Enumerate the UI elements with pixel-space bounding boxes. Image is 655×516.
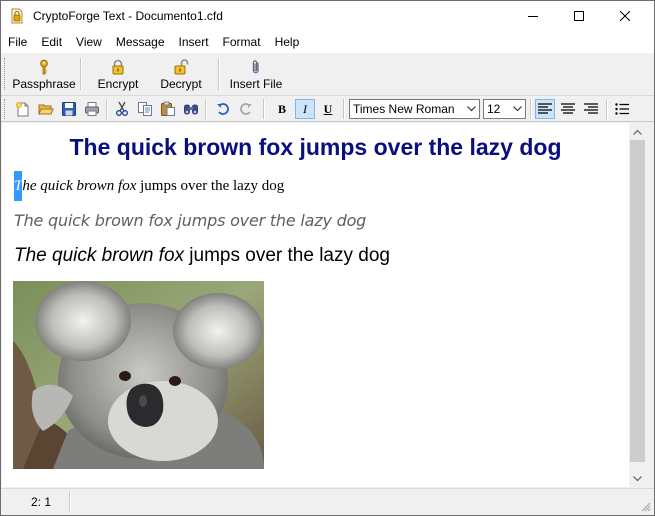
close-button[interactable] <box>602 1 648 31</box>
new-document-icon <box>16 102 29 117</box>
chevron-down-icon <box>467 106 476 112</box>
align-right-icon <box>584 103 598 114</box>
menu-edit[interactable]: Edit <box>34 31 69 53</box>
menu-insert[interactable]: Insert <box>172 31 216 53</box>
italic-button[interactable]: I <box>295 99 315 119</box>
app-icon <box>10 8 24 24</box>
new-document-button[interactable] <box>13 99 33 119</box>
line-3-italic-text: The quick brown fox <box>14 245 185 266</box>
document-line-3: The quick brown fox jumps over the lazy … <box>14 245 390 267</box>
resize-grip-icon[interactable] <box>641 502 651 512</box>
line-1-normal-text: jumps over the lazy dog <box>136 178 285 194</box>
menu-help[interactable]: Help <box>268 31 307 53</box>
toolbar-separator <box>80 58 82 90</box>
toolbar-separator <box>530 99 532 119</box>
document-heading: The quick brown fox jumps over the lazy … <box>69 134 562 160</box>
scissors-icon <box>116 101 128 116</box>
undo-icon <box>217 103 229 115</box>
document-editor[interactable]: The quick brown fox jumps over the lazy … <box>2 123 629 487</box>
koala-image <box>13 281 264 469</box>
align-left-button[interactable] <box>535 99 555 119</box>
copy-icon <box>138 102 152 116</box>
main-toolbar: Passphrase Encrypt Decrypt Insert File <box>1 53 654 96</box>
decrypt-label: Decrypt <box>160 77 202 91</box>
status-bar: 2: 1 <box>1 488 654 515</box>
save-icon <box>62 102 76 116</box>
vertical-scrollbar[interactable] <box>629 123 646 487</box>
insert-file-label: Insert File <box>229 77 283 91</box>
encrypt-label: Encrypt <box>97 77 139 91</box>
align-center-icon <box>561 103 575 114</box>
cut-button[interactable] <box>112 99 132 119</box>
toolbar-separator <box>205 99 207 119</box>
line-1-italic-text: he quick brown fox <box>22 178 137 194</box>
font-name-value: Times New Roman <box>353 102 455 116</box>
redo-button[interactable] <box>236 99 256 119</box>
key-icon <box>36 59 52 75</box>
lock-closed-icon <box>110 59 126 75</box>
menu-message[interactable]: Message <box>109 31 172 53</box>
decrypt-button[interactable]: Decrypt <box>151 57 211 93</box>
undo-button[interactable] <box>213 99 233 119</box>
passphrase-button[interactable]: Passphrase <box>11 57 77 93</box>
folder-open-icon <box>38 104 54 115</box>
font-name-select[interactable]: Times New Roman <box>349 99 480 119</box>
title-bar: CryptoForge Text - Documento1.cfd <box>1 1 654 31</box>
lock-open-icon <box>173 59 189 75</box>
paste-icon <box>161 101 175 116</box>
document-line-1: The quick brown fox jumps over the lazy … <box>14 171 285 201</box>
app-window: CryptoForge Text - Documento1.cfd File E… <box>0 0 655 516</box>
toolbar-separator <box>106 99 108 119</box>
find-button[interactable] <box>181 99 201 119</box>
print-button[interactable] <box>82 99 102 119</box>
window-title: CryptoForge Text - Documento1.cfd <box>33 9 223 23</box>
menu-view[interactable]: View <box>69 31 109 53</box>
font-size-select[interactable]: 12 <box>483 99 526 119</box>
menu-bar: File Edit View Message Insert Format Hel… <box>1 31 654 53</box>
toolbar-separator <box>218 58 220 90</box>
maximize-button[interactable] <box>556 1 602 31</box>
bold-button[interactable]: B <box>272 99 292 119</box>
align-center-button[interactable] <box>558 99 578 119</box>
scroll-down-button[interactable] <box>629 470 646 487</box>
menu-format[interactable]: Format <box>216 31 268 53</box>
paste-button[interactable] <box>158 99 178 119</box>
chevron-down-icon <box>633 475 642 481</box>
encrypt-button[interactable]: Encrypt <box>88 57 148 93</box>
cursor-position: 2: 1 <box>31 495 52 509</box>
close-icon <box>620 11 630 21</box>
minimize-button[interactable] <box>510 1 556 31</box>
copy-button[interactable] <box>135 99 155 119</box>
chevron-up-icon <box>633 129 642 135</box>
toolbar-separator <box>263 99 265 119</box>
save-button[interactable] <box>59 99 79 119</box>
line-3-normal-text: jumps over the lazy dog <box>184 245 390 266</box>
align-left-icon <box>538 103 552 114</box>
minimize-icon <box>528 16 538 17</box>
align-right-button[interactable] <box>581 99 601 119</box>
status-divider <box>69 492 71 512</box>
toolbar-separator <box>606 99 608 119</box>
font-size-value: 12 <box>487 102 501 116</box>
printer-icon <box>85 102 99 116</box>
menu-file[interactable]: File <box>1 31 34 53</box>
toolbar-separator <box>343 99 345 119</box>
toolbar-gripper[interactable] <box>4 99 7 119</box>
insert-file-button[interactable]: Insert File <box>225 57 287 93</box>
underline-button[interactable]: U <box>318 99 338 119</box>
scroll-thumb[interactable] <box>630 140 645 462</box>
binoculars-icon <box>184 104 198 115</box>
redo-icon <box>240 103 252 115</box>
toolbar-gripper[interactable] <box>4 58 7 90</box>
bullet-list-button[interactable] <box>612 99 632 119</box>
paperclip-icon <box>248 59 264 75</box>
passphrase-label: Passphrase <box>12 77 76 91</box>
maximize-icon <box>574 11 584 21</box>
chevron-down-icon <box>513 106 522 112</box>
bullet-list-icon <box>615 103 629 115</box>
document-line-2: The quick brown fox jumps over the lazy … <box>14 211 367 230</box>
scroll-up-button[interactable] <box>629 123 646 140</box>
open-button[interactable] <box>36 99 56 119</box>
format-toolbar: B I U Times New Roman 12 <box>1 96 654 122</box>
